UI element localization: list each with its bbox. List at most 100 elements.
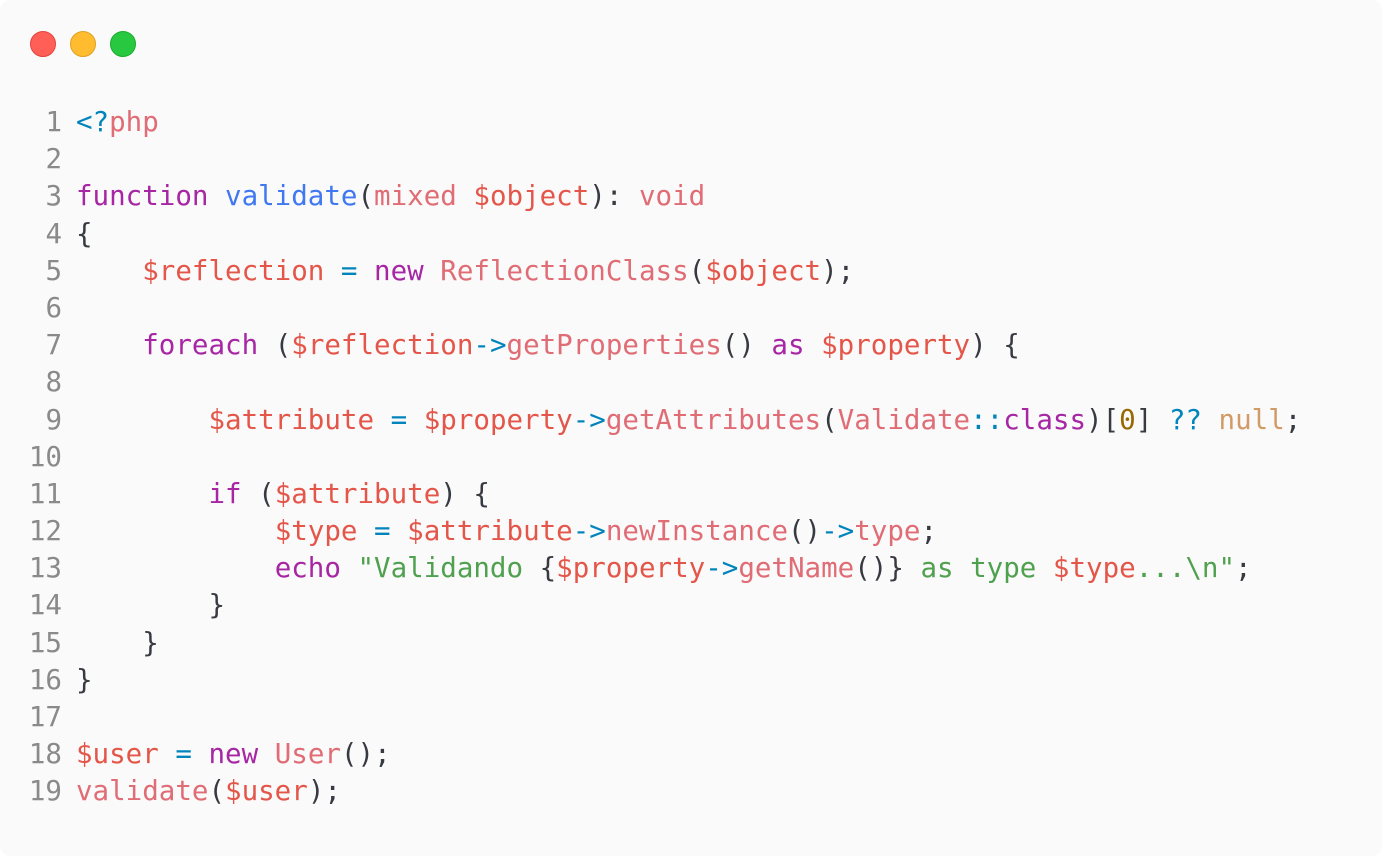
line-number: 17 xyxy=(28,701,62,733)
token-type: ReflectionClass xyxy=(440,254,689,287)
token-variable: $user xyxy=(76,738,159,771)
token-type: void xyxy=(638,180,706,213)
token-default xyxy=(192,738,209,770)
code-line: 17 xyxy=(0,699,1301,736)
token-default: ) { xyxy=(970,329,1020,362)
code-text: } xyxy=(76,662,93,699)
line-number: 16 xyxy=(28,663,62,696)
token-type: getName xyxy=(738,552,855,585)
token-default: { xyxy=(539,552,557,585)
token-keyword: function xyxy=(76,180,209,213)
token-default: } xyxy=(76,663,93,696)
token-default xyxy=(457,180,474,212)
line-number: 5 xyxy=(45,254,62,287)
token-default: { xyxy=(76,217,93,250)
token-default xyxy=(1202,404,1219,436)
token-variable: $attribute xyxy=(274,477,441,510)
token-default: () xyxy=(721,329,772,362)
line-number: 10 xyxy=(28,440,62,473)
code-line: 14 } xyxy=(0,587,1301,624)
token-default xyxy=(805,329,822,361)
line-number: 15 xyxy=(28,626,62,659)
token-variable: $property xyxy=(821,329,971,362)
token-default: ; xyxy=(920,515,938,548)
code-line: 18 $user = new User(); xyxy=(0,736,1301,773)
token-operator: -> xyxy=(473,329,507,362)
token-type: mixed xyxy=(374,180,457,213)
token-type: newInstance xyxy=(605,515,788,548)
code-line: 12 $type = $attribute->newInstance()->ty… xyxy=(0,513,1301,550)
token-default xyxy=(76,255,142,287)
line-number: 12 xyxy=(28,515,62,548)
token-default: ); xyxy=(821,254,855,287)
token-keyword: class xyxy=(1003,403,1087,436)
token-keyword: new xyxy=(208,738,259,771)
token-default: } xyxy=(208,589,226,622)
zoom-button[interactable] xyxy=(110,31,136,57)
line-number: 1 xyxy=(45,106,62,138)
code-text: foreach ($reflection->getProperties() as… xyxy=(76,327,1020,364)
token-operator: -> xyxy=(572,403,606,436)
code-text: $user = new User(); xyxy=(76,736,391,773)
token-operator: -> xyxy=(821,515,855,548)
line-number: 8 xyxy=(45,366,62,399)
token-variable: $reflection xyxy=(291,329,474,362)
token-operator: -> xyxy=(705,552,739,585)
token-default xyxy=(76,627,142,659)
token-default: ( xyxy=(241,477,275,510)
token-default: ( xyxy=(357,180,375,213)
line-number: 19 xyxy=(28,775,62,808)
token-default xyxy=(76,552,275,584)
token-default: ): xyxy=(589,180,639,213)
token-default xyxy=(76,404,208,436)
line-number: 3 xyxy=(45,180,62,213)
token-operator: = xyxy=(374,515,391,548)
code-text: validate($user); xyxy=(76,773,341,810)
token-variable: $reflection xyxy=(142,254,325,287)
token-variable: $user xyxy=(225,775,308,808)
token-variable: $property xyxy=(423,403,573,436)
token-type: Validate xyxy=(837,403,971,436)
token-keyword: if xyxy=(208,477,242,510)
code-line: 19 validate($user); xyxy=(0,773,1301,810)
token-variable: $object xyxy=(473,180,590,213)
token-keyword: foreach xyxy=(142,329,259,362)
line-number: 14 xyxy=(28,589,62,622)
token-default xyxy=(424,255,441,287)
code-line: 7 foreach ($reflection->getProperties() … xyxy=(0,327,1301,364)
code-block: 1 <?php 2 3 function validate(mixed $object)… xyxy=(0,104,1301,811)
code-line: 11 if ($attribute) { xyxy=(0,476,1301,513)
token-operator: = xyxy=(175,738,192,771)
code-text: if ($attribute) { xyxy=(76,476,490,513)
token-default xyxy=(76,478,208,510)
token-default xyxy=(208,180,225,212)
line-number: 4 xyxy=(45,217,62,250)
minimize-button[interactable] xyxy=(70,31,96,57)
token-default: () xyxy=(788,515,822,548)
line-number: 13 xyxy=(28,552,62,585)
code-text: function validate(mixed $object): void xyxy=(76,178,705,215)
token-default xyxy=(76,589,208,621)
line-number: 7 xyxy=(45,329,62,362)
token-variable: $object xyxy=(705,254,822,287)
close-button[interactable] xyxy=(30,31,56,57)
token-default: } xyxy=(142,626,159,659)
token-default: ); xyxy=(307,775,341,808)
line-number: 6 xyxy=(45,291,62,324)
token-operator: :: xyxy=(970,403,1004,436)
code-text: <?php xyxy=(76,104,159,141)
token-default xyxy=(76,329,142,361)
token-default xyxy=(374,404,391,436)
code-line: 3 function validate(mixed $object): void xyxy=(0,178,1301,215)
token-type: php xyxy=(109,106,159,138)
token-type: getProperties xyxy=(506,329,722,362)
token-default xyxy=(258,738,275,770)
code-window: 1 <?php 2 3 function validate(mixed $object)… xyxy=(0,0,1382,856)
code-text: $type = $attribute->newInstance()->type; xyxy=(76,513,937,550)
token-default xyxy=(357,515,374,547)
token-variable: $attribute xyxy=(407,515,573,548)
token-string: ...\n" xyxy=(1135,552,1236,585)
token-variable: $type xyxy=(1052,552,1136,585)
code-text: $attribute = $property->getAttributes(Va… xyxy=(76,402,1301,439)
code-text: } xyxy=(76,625,159,662)
